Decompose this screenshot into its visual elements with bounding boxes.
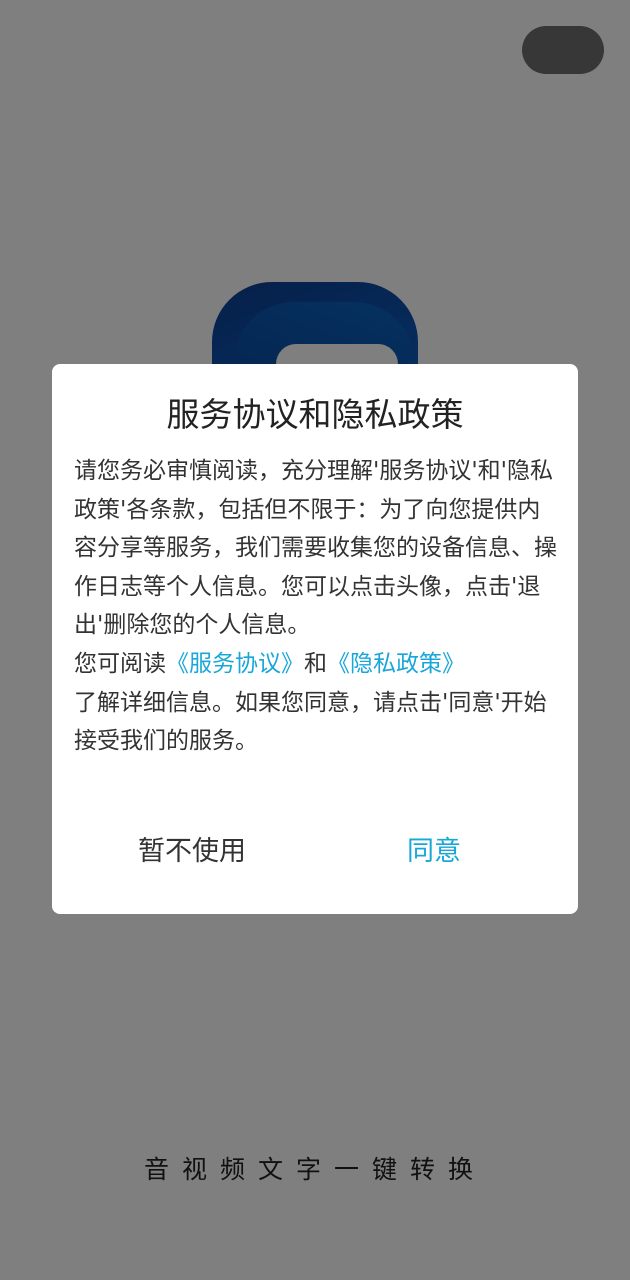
- dialog-title: 服务协议和隐私政策: [166, 395, 464, 434]
- service-agreement-link[interactable]: 《服务协议》: [166, 651, 304, 677]
- consent-paragraph: 了解详细信息。如果您同意，请点击'同意'开始接受我们的服务。: [74, 689, 547, 755]
- decline-button[interactable]: 暂不使用: [138, 830, 246, 874]
- read-prefix-text: 您可阅读: [74, 650, 166, 677]
- and-text: 和: [304, 650, 327, 677]
- privacy-policy-link[interactable]: 《隐私政策》: [327, 651, 465, 677]
- dialog-body: 请您务必审慎阅读，充分理解'服务协议'和'隐私政策'各条款，包括但不限于：为了向…: [74, 452, 560, 761]
- agree-button[interactable]: 同意: [407, 830, 461, 874]
- privacy-dialog: 服务协议和隐私政策 请您务必审慎阅读，充分理解'服务协议'和'隐私政策'各条款，…: [52, 364, 578, 914]
- policy-paragraph: 请您务必审慎阅读，充分理解'服务协议'和'隐私政策'各条款，包括但不限于：为了向…: [74, 458, 557, 639]
